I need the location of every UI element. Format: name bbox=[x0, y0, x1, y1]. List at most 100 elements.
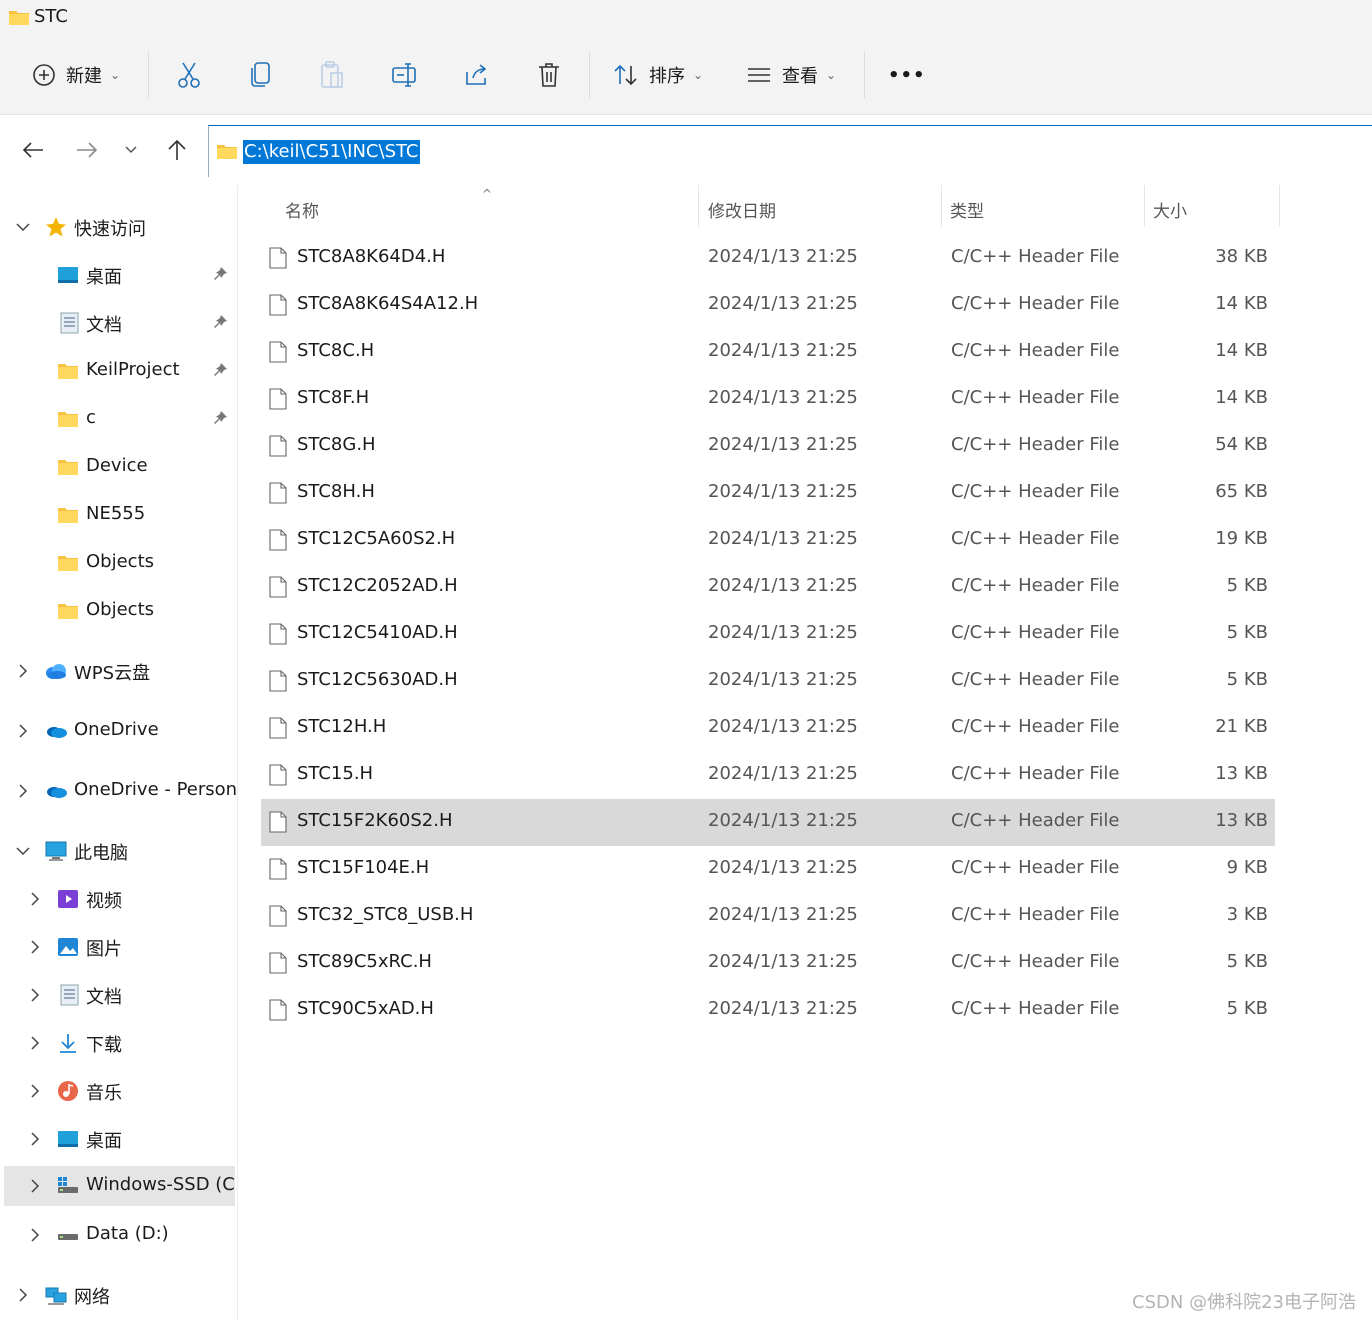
sidebar-item-ne555[interactable]: NE555 bbox=[0, 495, 236, 535]
file-icon bbox=[269, 717, 287, 739]
table-row[interactable]: STC8G.H 2024/1/13 21:25 C/C++ Header File 5… bbox=[261, 423, 1275, 470]
column-divider[interactable] bbox=[1279, 185, 1280, 227]
table-row[interactable]: STC90C5xAD.H 2024/1/13 21:25 C/C++ Header … bbox=[261, 987, 1275, 1034]
file-icon bbox=[269, 388, 287, 410]
chevron-right-icon[interactable] bbox=[28, 940, 42, 954]
file-icon bbox=[269, 341, 287, 363]
share-button[interactable] bbox=[464, 36, 490, 114]
column-header-size[interactable]: 大小 bbox=[1145, 185, 1279, 231]
file-size: 5 KB bbox=[1226, 622, 1268, 643]
delete-button[interactable] bbox=[537, 36, 561, 114]
sidebar-item-keilproject[interactable]: KeilProject bbox=[0, 351, 236, 391]
sidebar-item-wps-cloud[interactable]: WPS云盘 bbox=[0, 651, 236, 691]
sidebar-item-documents[interactable]: 文档 bbox=[0, 303, 236, 343]
sidebar-item-quick-access[interactable]: 快速访问 bbox=[0, 207, 236, 247]
sidebar-item-documents[interactable]: 文档 bbox=[0, 975, 236, 1015]
table-row[interactable]: STC8A8K64D4.H 2024/1/13 21:25 C/C++ Header… bbox=[261, 235, 1275, 282]
view-button[interactable]: 查看 ⌄ bbox=[746, 36, 836, 114]
table-row[interactable]: STC15F104E.H 2024/1/13 21:25 C/C++ Header … bbox=[261, 846, 1275, 893]
sidebar-item-music[interactable]: 音乐 bbox=[0, 1071, 236, 1111]
chevron-right-icon[interactable] bbox=[28, 1179, 42, 1193]
column-header-type[interactable]: 类型 bbox=[942, 185, 1144, 231]
table-row[interactable]: STC15F2K60S2.H 2024/1/13 21:25 C/C++ Heade… bbox=[261, 799, 1275, 846]
file-type: C/C++ Header File bbox=[951, 246, 1120, 267]
table-row[interactable]: STC32_STC8_USB.H 2024/1/13 21:25 C/C++ Hea… bbox=[261, 893, 1275, 940]
forward-button[interactable] bbox=[74, 137, 100, 163]
sidebar-item-c[interactable]: c bbox=[0, 399, 236, 439]
table-row[interactable]: STC15.H 2024/1/13 21:25 C/C++ Header File 1… bbox=[261, 752, 1275, 799]
table-row[interactable]: STC8A8K64S4A12.H 2024/1/13 21:25 C/C++ Hea… bbox=[261, 282, 1275, 329]
sidebar-item-drive-c[interactable]: Windows-SSD (C:) bbox=[4, 1166, 235, 1206]
chevron-right-icon[interactable] bbox=[28, 1228, 42, 1242]
recent-locations-button[interactable] bbox=[118, 137, 144, 163]
table-row[interactable]: STC12C5630AD.H 2024/1/13 21:25 C/C++ Heade… bbox=[261, 658, 1275, 705]
chevron-down-icon[interactable] bbox=[16, 220, 30, 234]
chevron-right-icon[interactable] bbox=[16, 724, 30, 738]
computer-icon bbox=[45, 841, 67, 861]
file-name: STC8H.H bbox=[297, 481, 375, 502]
file-type: C/C++ Header File bbox=[951, 763, 1120, 784]
file-icon bbox=[269, 247, 287, 269]
chevron-right-icon[interactable] bbox=[16, 664, 30, 678]
file-type: C/C++ Header File bbox=[951, 340, 1120, 361]
sidebar-item-objects[interactable]: Objects bbox=[0, 591, 236, 631]
sidebar-item-this-pc[interactable]: 此电脑 bbox=[0, 831, 236, 871]
paste-button[interactable] bbox=[320, 36, 344, 114]
chevron-right-icon[interactable] bbox=[28, 1036, 42, 1050]
sidebar-item-onedrive[interactable]: OneDrive bbox=[0, 711, 236, 751]
folder-icon bbox=[58, 604, 78, 619]
sidebar-item-pictures[interactable]: 图片 bbox=[0, 927, 236, 967]
file-size: 5 KB bbox=[1226, 575, 1268, 596]
sidebar-item-downloads[interactable]: 下载 bbox=[0, 1023, 236, 1063]
paste-icon bbox=[321, 61, 343, 88]
file-icon bbox=[269, 670, 287, 692]
table-row[interactable]: STC12C5A60S2.H 2024/1/13 21:25 C/C++ Heade… bbox=[261, 517, 1275, 564]
chevron-right-icon[interactable] bbox=[28, 988, 42, 1002]
sidebar-item-device[interactable]: Device bbox=[0, 447, 236, 487]
sidebar-item-videos[interactable]: 视频 bbox=[0, 879, 236, 919]
folder-icon bbox=[9, 11, 29, 25]
column-header-label: 大小 bbox=[1153, 202, 1187, 222]
file-name: STC8A8K64D4.H bbox=[297, 246, 446, 267]
chevron-right-icon[interactable] bbox=[28, 1132, 42, 1146]
file-name: STC12H.H bbox=[297, 716, 387, 737]
file-icon bbox=[269, 811, 287, 833]
up-button[interactable] bbox=[164, 137, 190, 163]
chevron-right-icon[interactable] bbox=[16, 784, 30, 798]
sidebar-item-onedrive-personal[interactable]: OneDrive - Personal bbox=[0, 771, 236, 811]
chevron-down-icon[interactable] bbox=[16, 844, 30, 858]
rename-button[interactable] bbox=[391, 36, 419, 114]
table-row[interactable]: STC12C2052AD.H 2024/1/13 21:25 C/C++ Heade… bbox=[261, 564, 1275, 611]
cut-button[interactable] bbox=[176, 36, 202, 114]
command-bar: 新建 ⌄ 排序 ⌄ 查看 ⌄ ••• bbox=[0, 36, 1372, 115]
table-row[interactable]: STC8C.H 2024/1/13 21:25 C/C++ Header File 1… bbox=[261, 329, 1275, 376]
document-icon bbox=[60, 984, 79, 1006]
sidebar-item-desktop[interactable]: 桌面 bbox=[0, 1119, 236, 1159]
back-button[interactable] bbox=[20, 137, 46, 163]
table-row[interactable]: STC8H.H 2024/1/13 21:25 C/C++ Header File 6… bbox=[261, 470, 1275, 517]
file-size: 13 KB bbox=[1215, 763, 1268, 784]
table-row[interactable]: STC8F.H 2024/1/13 21:25 C/C++ Header File 1… bbox=[261, 376, 1275, 423]
column-header-name[interactable]: 名称 bbox=[238, 185, 698, 231]
sidebar-item-network[interactable]: 网络 bbox=[0, 1275, 236, 1315]
chevron-right-icon[interactable] bbox=[16, 1288, 30, 1302]
table-row[interactable]: STC12H.H 2024/1/13 21:25 C/C++ Header File… bbox=[261, 705, 1275, 752]
sidebar-item-drive-d[interactable]: Data (D:) bbox=[0, 1215, 236, 1255]
file-name: STC12C2052AD.H bbox=[297, 575, 458, 596]
address-path[interactable]: C:\keil\C51\INC\STC bbox=[243, 140, 420, 164]
table-row[interactable]: STC12C5410AD.H 2024/1/13 21:25 C/C++ Heade… bbox=[261, 611, 1275, 658]
folder-icon bbox=[58, 556, 78, 571]
sidebar-item-objects[interactable]: Objects bbox=[0, 543, 236, 583]
folder-icon bbox=[58, 508, 78, 523]
sidebar-item-desktop[interactable]: 桌面 bbox=[0, 255, 236, 295]
address-bar[interactable]: C:\keil\C51\INC\STC bbox=[208, 125, 1372, 177]
table-row[interactable]: STC89C5xRC.H 2024/1/13 21:25 C/C++ Header … bbox=[261, 940, 1275, 987]
new-button[interactable]: 新建 ⌄ bbox=[32, 36, 120, 114]
column-header-modified[interactable]: 修改日期 bbox=[699, 185, 941, 231]
copy-button[interactable] bbox=[250, 36, 272, 114]
sort-button[interactable]: 排序 ⌄ bbox=[613, 36, 703, 114]
chevron-right-icon[interactable] bbox=[28, 892, 42, 906]
more-options-button[interactable]: ••• bbox=[888, 36, 926, 114]
sidebar-item-label: 音乐 bbox=[86, 1083, 122, 1104]
chevron-right-icon[interactable] bbox=[28, 1084, 42, 1098]
